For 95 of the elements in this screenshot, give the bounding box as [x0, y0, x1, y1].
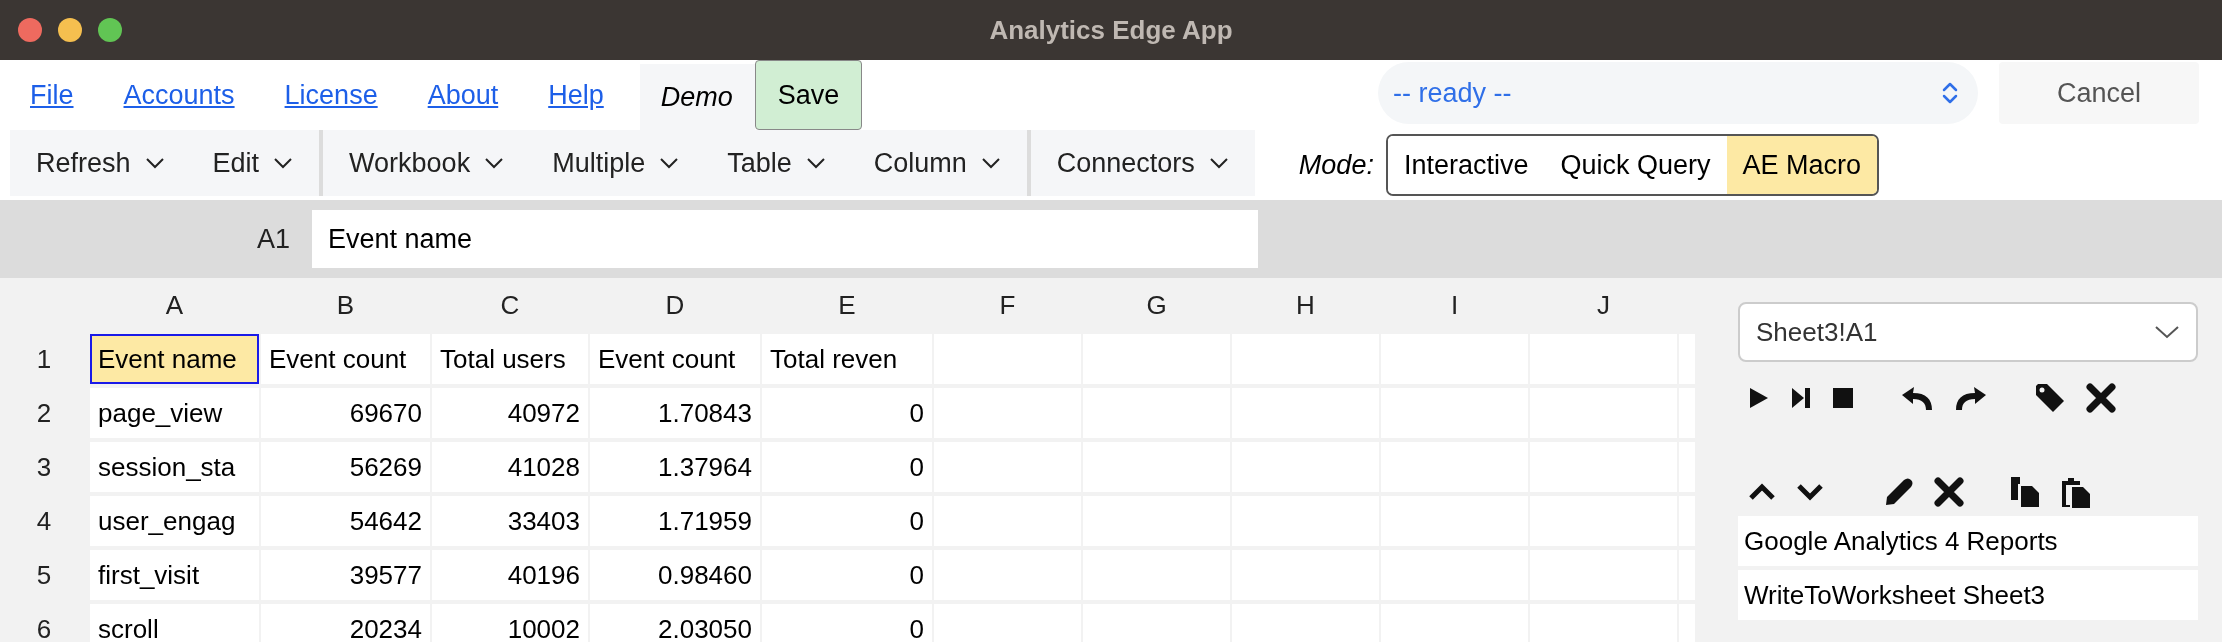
column-header[interactable]: B	[261, 280, 430, 330]
table-cell[interactable]: 33403	[432, 496, 588, 546]
save-button[interactable]: Save	[754, 60, 863, 130]
status-select[interactable]: -- ready --	[1378, 62, 1978, 124]
menu-link[interactable]: About	[427, 79, 499, 111]
column-header[interactable]: H	[1232, 280, 1379, 330]
toolbar-menu-button[interactable]: Edit	[194, 135, 312, 191]
toolbar-menu-button[interactable]: Workbook	[331, 135, 523, 191]
table-cell[interactable]: user_engag	[90, 496, 259, 546]
chevron-down-icon	[2154, 324, 2180, 340]
table-cell[interactable]: session_sta	[90, 442, 259, 492]
table-cell[interactable]: 0	[762, 388, 932, 438]
menu-link[interactable]: Help	[548, 79, 604, 111]
mode-label: Mode:	[1298, 149, 1374, 181]
table-cell[interactable]: page_view	[90, 388, 259, 438]
chevron-up-icon[interactable]	[1748, 483, 1776, 501]
table-cell[interactable]: 2.03050	[590, 604, 760, 642]
chevron-down-icon[interactable]	[1796, 483, 1824, 501]
table-cell[interactable]: 0.98460	[590, 550, 760, 600]
toolbar-menu-button[interactable]: Column	[855, 135, 1019, 191]
stop-icon[interactable]	[1832, 387, 1854, 409]
close-window-button[interactable]	[18, 18, 42, 42]
table-cell[interactable]: 0	[762, 550, 932, 600]
menu-link[interactable]: License	[284, 79, 378, 111]
cell-reference: A1	[255, 223, 290, 255]
table-cell[interactable]: first_visit	[90, 550, 259, 600]
column-header[interactable]: F	[934, 280, 1081, 330]
table-cell[interactable]: 40972	[432, 388, 588, 438]
row-header[interactable]: 4	[0, 496, 88, 546]
table-cell[interactable]: 56269	[261, 442, 430, 492]
table-cell[interactable]: Total users	[432, 334, 588, 384]
toolbar-menu-button[interactable]: Refresh	[18, 135, 183, 191]
step-forward-icon[interactable]	[1790, 386, 1812, 410]
table-cell[interactable]: 10002	[432, 604, 588, 642]
menu-link[interactable]: Accounts	[123, 79, 235, 111]
table-cell[interactable]: Total reven	[762, 334, 932, 384]
chevron-down-icon	[144, 157, 165, 169]
chevron-down-icon	[980, 157, 1001, 169]
play-icon[interactable]	[1748, 386, 1770, 410]
menu-link[interactable]: File	[30, 79, 74, 111]
paste-icon[interactable]	[2060, 475, 2092, 509]
table-cell[interactable]: 39577	[261, 550, 430, 600]
macro-step[interactable]: WriteToWorksheet Sheet3	[1738, 570, 2198, 620]
table-cell[interactable]: 1.71959	[590, 496, 760, 546]
delete-icon[interactable]	[2086, 383, 2116, 413]
copy-icon[interactable]	[2010, 476, 2040, 508]
toolbar-menu-button[interactable]: Multiple	[534, 135, 698, 191]
tag-icon[interactable]	[2034, 382, 2066, 414]
table-cell[interactable]: 69670	[261, 388, 430, 438]
table-cell[interactable]: 1.70843	[590, 388, 760, 438]
minimize-window-button[interactable]	[58, 18, 82, 42]
table-cell[interactable]: 20234	[261, 604, 430, 642]
table-cell[interactable]: Event count	[261, 334, 430, 384]
target-select[interactable]: Sheet3!A1	[1738, 302, 2198, 362]
column-header[interactable]: C	[432, 280, 588, 330]
column-header[interactable]: D	[590, 280, 760, 330]
demo-label: Demo	[639, 64, 755, 130]
toolbar-menu-button[interactable]: Table	[709, 135, 844, 191]
column-header[interactable]: J	[1530, 280, 1677, 330]
column-header[interactable]: E	[762, 280, 932, 330]
column-header[interactable]: A	[90, 280, 259, 330]
table-cell[interactable]: 0	[762, 604, 932, 642]
row-header[interactable]: 1	[0, 334, 88, 384]
chevron-down-icon	[805, 157, 826, 169]
up-down-chevron-icon	[1942, 81, 1958, 105]
undo-icon[interactable]	[1900, 385, 1934, 411]
redo-icon[interactable]	[1954, 385, 1988, 411]
mode-option[interactable]: AE Macro	[1726, 136, 1878, 194]
window-title: Analytics Edge App	[989, 14, 1233, 46]
cancel-button[interactable]: Cancel	[1999, 62, 2199, 124]
formula-input[interactable]: Event name	[312, 210, 1258, 268]
table-cell[interactable]: 0	[762, 442, 932, 492]
pencil-icon[interactable]	[1884, 477, 1914, 507]
chevron-down-icon	[659, 157, 680, 169]
table-cell[interactable]: 41028	[432, 442, 588, 492]
table-cell[interactable]: 54642	[261, 496, 430, 546]
chevron-down-icon	[484, 157, 505, 169]
zoom-window-button[interactable]	[98, 18, 122, 42]
column-header[interactable]: I	[1381, 280, 1528, 330]
column-header[interactable]: G	[1083, 280, 1230, 330]
macro-step[interactable]: Google Analytics 4 Reports	[1738, 516, 2198, 566]
toolbar-menu-button[interactable]: Connectors	[1038, 135, 1247, 191]
table-cell[interactable]: 0	[762, 496, 932, 546]
table-cell[interactable]: Event count	[590, 334, 760, 384]
table-cell[interactable]: 1.37964	[590, 442, 760, 492]
row-header[interactable]: 3	[0, 442, 88, 492]
row-header[interactable]: 2	[0, 388, 88, 438]
table-cell[interactable]: 40196	[432, 550, 588, 600]
delete-icon[interactable]	[1934, 477, 1964, 507]
table-cell[interactable]: scroll	[90, 604, 259, 642]
row-header[interactable]: 6	[0, 604, 88, 642]
chevron-down-icon	[273, 157, 294, 169]
row-header[interactable]: 5	[0, 550, 88, 600]
chevron-down-icon	[1208, 157, 1229, 169]
table-cell[interactable]: Event name	[90, 334, 259, 384]
